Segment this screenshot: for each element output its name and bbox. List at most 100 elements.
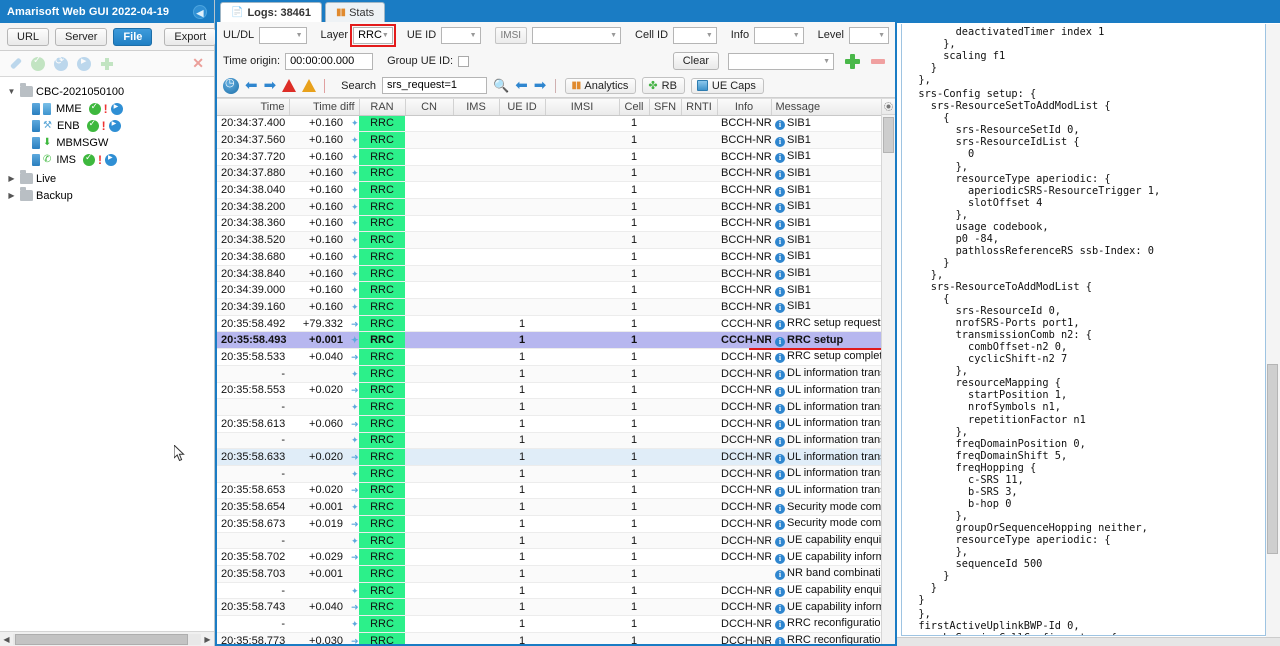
- table-row[interactable]: 20:35:58.533 +0.040 ➜ RRC 1 1 DCCH-NR i RRC setu…: [217, 348, 895, 366]
- group-ue-checkbox[interactable]: [458, 55, 470, 67]
- chevron-right-icon[interactable]: ▶: [6, 191, 17, 200]
- imsi-button[interactable]: IMSI: [494, 26, 528, 44]
- table-row[interactable]: 20:34:38.360 +0.160 ✦ RRC 1 BCCH-NR i SIB1: [217, 215, 895, 233]
- table-row[interactable]: 20:34:37.560 +0.160 ✦ RRC 1 BCCH-NR i SIB1: [217, 131, 895, 149]
- col-time[interactable]: Time: [217, 99, 290, 116]
- chevron-down-icon[interactable]: ▼: [6, 87, 17, 96]
- tab-logs[interactable]: 📄 Logs: 38461: [220, 2, 323, 22]
- table-row[interactable]: 20:35:58.493 +0.001 ✦ RRC 1 1 CCCH-NR i RRC setu…: [217, 331, 895, 350]
- col-cell[interactable]: Cell: [619, 99, 650, 116]
- clock-icon[interactable]: [223, 76, 239, 94]
- info-select[interactable]: ▼: [754, 26, 804, 44]
- arrow-right-icon[interactable]: ➡: [264, 77, 277, 94]
- wrench-icon[interactable]: [9, 57, 23, 70]
- error-triangle-icon[interactable]: [282, 79, 297, 92]
- table-row[interactable]: 20:35:58.654 +0.001 ✦ RRC 1 1 DCCH-NR i Security…: [217, 498, 895, 516]
- export-button[interactable]: Export: [164, 27, 217, 46]
- col-imsi[interactable]: IMSI: [545, 99, 620, 116]
- server-button[interactable]: Server: [55, 27, 108, 46]
- table-row[interactable]: 20:34:39.160 +0.160 ✦ RRC 1 BCCH-NR i SIB1: [217, 298, 895, 316]
- col-rnti[interactable]: RNTI: [681, 99, 718, 116]
- scroll-right-icon[interactable]: ▶: [201, 635, 214, 644]
- table-row[interactable]: 20:34:38.840 +0.160 ✦ RRC 1 BCCH-NR i SIB1: [217, 265, 895, 283]
- imsi-select[interactable]: ▼: [532, 26, 622, 44]
- table-row[interactable]: - ✦ RRC 1 1 DCCH-NR i UE capability enquiry: [217, 532, 895, 550]
- table-row[interactable]: - ✦ RRC 1 1 DCCH-NR i UE capability enquiry: [217, 582, 895, 600]
- scroll-left-icon[interactable]: ◀: [0, 635, 13, 644]
- col-message[interactable]: Message: [771, 99, 895, 116]
- table-row[interactable]: 20:34:39.000 +0.160 ✦ RRC 1 BCCH-NR i SIB1: [217, 281, 895, 300]
- uldl-select[interactable]: ▼: [259, 26, 307, 44]
- rb-button[interactable]: ✤ RB: [642, 77, 685, 94]
- col-sfn[interactable]: SFN: [649, 99, 682, 116]
- add-filter-icon[interactable]: [845, 53, 860, 69]
- table-row[interactable]: 20:35:58.702 +0.029 ➜ RRC 1 1 DCCH-NR i UE capab…: [217, 548, 895, 567]
- table-row[interactable]: 20:34:38.040 +0.160 ✦ RRC 1 BCCH-NR i SIB1: [217, 181, 895, 199]
- time-origin-input[interactable]: 00:00:00.000: [285, 52, 374, 70]
- tree-item-live[interactable]: ▶ Live: [4, 170, 214, 187]
- col-cn[interactable]: CN: [405, 99, 454, 116]
- table-row[interactable]: 20:35:58.773 +0.030 ➜ RRC 1 1 DCCH-NR i RRC reco…: [217, 632, 895, 644]
- table-row[interactable]: 20:35:58.653 +0.020 ➜ RRC 1 1 DCCH-NR i UL infor…: [217, 482, 895, 500]
- warning-triangle-icon[interactable]: [302, 79, 317, 92]
- tree-item-cbc[interactable]: ▼ CBC-2021050100: [4, 83, 214, 100]
- chevron-left-icon[interactable]: ◀: [193, 4, 207, 19]
- url-button[interactable]: URL: [7, 27, 50, 46]
- table-row[interactable]: - ✦ RRC 1 1 DCCH-NR i DL information transfer: [217, 432, 895, 450]
- search-prev-icon[interactable]: ⬅: [515, 77, 528, 94]
- chevron-right-icon[interactable]: ▶: [6, 174, 17, 183]
- table-row[interactable]: 20:34:37.720 +0.160 ✦ RRC 1 BCCH-NR i SIB1: [217, 148, 895, 166]
- remove-filter-icon[interactable]: [871, 58, 885, 64]
- tab-stats[interactable]: ▮▮ Stats: [325, 2, 386, 22]
- clear-button[interactable]: Clear: [672, 52, 719, 70]
- detail-vertical-scrollbar[interactable]: [1266, 24, 1280, 646]
- scrollbar-track[interactable]: [13, 633, 201, 645]
- table-row[interactable]: 20:35:58.492 +79.332 ➜ RRC 1 1 CCCH-NR i RRC set…: [217, 315, 895, 333]
- table-row[interactable]: 20:35:58.553 +0.020 ➜ RRC 1 1 DCCH-NR i UL infor…: [217, 382, 895, 400]
- col-time-diff[interactable]: Time diff: [289, 99, 360, 116]
- table-row[interactable]: 20:35:58.703 +0.001 RRC 1 1 i NR band combinat…: [217, 565, 895, 583]
- tree-item-ims[interactable]: ✆ IMS !: [4, 151, 214, 168]
- close-icon[interactable]: ✕: [192, 55, 204, 72]
- level-select[interactable]: ▼: [848, 26, 889, 44]
- cellid-select[interactable]: ▼: [673, 26, 717, 44]
- table-row[interactable]: 20:34:37.400 +0.160 ✦ RRC 1 BCCH-NR i SIB1: [217, 115, 895, 133]
- search-next-icon[interactable]: ➡: [534, 77, 547, 94]
- table-row[interactable]: - ✦ RRC 1 1 DCCH-NR i DL information transfer: [217, 365, 895, 383]
- file-button[interactable]: File: [113, 27, 153, 46]
- col-ueid[interactable]: UE ID: [499, 99, 546, 116]
- table-row[interactable]: 20:34:38.520 +0.160 ✦ RRC 1 BCCH-NR i SIB1: [217, 231, 895, 249]
- table-row[interactable]: 20:35:58.633 +0.020 ➜ RRC 1 1 DCCH-NR i UL infor…: [217, 448, 895, 466]
- play-icon[interactable]: [104, 153, 117, 166]
- sidebar-horizontal-scrollbar[interactable]: ◀ ▶: [0, 631, 214, 646]
- scrollbar-thumb[interactable]: [1267, 364, 1278, 554]
- layer-select[interactable]: RRC ▼: [350, 23, 396, 47]
- table-row[interactable]: 20:35:58.613 +0.060 ➜ RRC 1 1 DCCH-NR i UL infor…: [217, 415, 895, 433]
- play-icon[interactable]: [108, 119, 121, 132]
- col-ran[interactable]: RAN: [359, 99, 406, 116]
- refresh-icon[interactable]: [54, 54, 68, 71]
- col-ims[interactable]: IMS: [453, 99, 500, 116]
- tree-item-mbmsgw[interactable]: ⬇ MBMSGW: [4, 134, 214, 151]
- detail-content[interactable]: deactivatedTimer index 1 }, scaling f1 }…: [901, 24, 1266, 636]
- table-settings-button[interactable]: [882, 99, 895, 115]
- tree-item-mme[interactable]: MME !: [4, 100, 214, 117]
- scrollbar-thumb[interactable]: [883, 117, 894, 153]
- table-row[interactable]: 20:34:38.680 +0.160 ✦ RRC 1 BCCH-NR i SIB1: [217, 248, 895, 266]
- table-row[interactable]: 20:34:38.200 +0.160 ✦ RRC 1 BCCH-NR i SIB1: [217, 198, 895, 216]
- check-icon[interactable]: [31, 55, 45, 71]
- arrow-left-icon[interactable]: ⬅: [245, 77, 258, 94]
- table-row[interactable]: - ✦ RRC 1 1 DCCH-NR i RRC reconfiguration: [217, 615, 895, 633]
- tree-item-enb[interactable]: ⚒ ENB !: [4, 117, 214, 134]
- table-row[interactable]: 20:35:58.743 +0.040 ➜ RRC 1 1 DCCH-NR i UE capab…: [217, 598, 895, 617]
- play-icon[interactable]: [77, 56, 91, 71]
- col-info[interactable]: Info: [717, 99, 772, 116]
- binoculars-icon[interactable]: 🔍: [493, 78, 509, 94]
- search-input[interactable]: srs_request=1: [382, 77, 488, 94]
- ue-caps-button[interactable]: UE Caps: [690, 77, 764, 94]
- plus-icon[interactable]: [100, 57, 114, 71]
- log-vertical-scrollbar[interactable]: [881, 99, 895, 644]
- ueid-select[interactable]: ▼: [441, 26, 481, 44]
- play-icon[interactable]: [110, 102, 123, 115]
- table-row[interactable]: 20:35:58.673 +0.019 ➜ RRC 1 1 DCCH-NR i Security…: [217, 515, 895, 533]
